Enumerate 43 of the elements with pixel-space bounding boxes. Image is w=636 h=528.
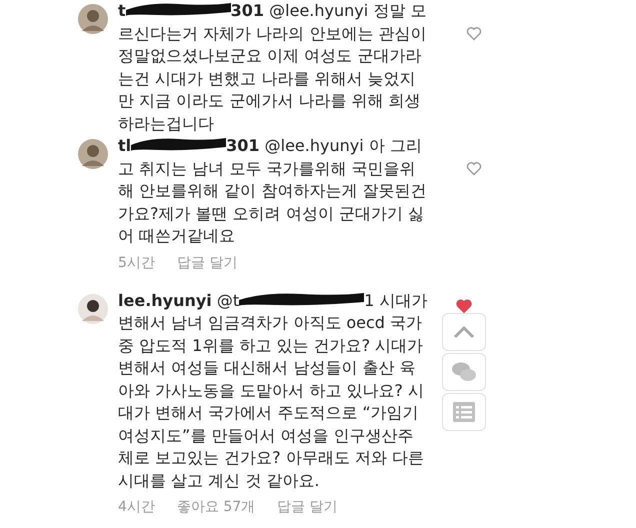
mention-link[interactable]: @lee.hyunyi <box>264 136 364 155</box>
comment-text: 해 안보를위해 같이 참여하자는게 잘못된건 <box>118 181 426 200</box>
comment-time: 4시간 <box>118 498 155 516</box>
mention-link[interactable]: 1 <box>364 290 374 310</box>
comment-text: 아 그리 <box>368 136 422 155</box>
comment-text: 체로 보고있는 건가요? 아무래도 저와 다른 <box>118 448 424 467</box>
comment-text: 하라는겁니다 <box>118 114 214 132</box>
comment-text: 시대가 <box>379 290 428 310</box>
comment-text: 만 지금 이라도 군에가서 나라를 위해 희생 <box>118 91 421 110</box>
comment-text: 정말없으셨나보군요 이제 여성도 군대가라 <box>118 46 422 65</box>
avatar[interactable] <box>78 139 108 169</box>
heart-icon[interactable] <box>455 298 473 314</box>
mention-link[interactable]: @t <box>216 290 240 310</box>
username[interactable]: t <box>118 1 126 20</box>
comment-text: 여성지도”를 만들어서 여성을 인구생산주 <box>118 426 414 444</box>
comment-text: 르신다는거 자체가 나라의 안보에는 관심이 <box>118 24 426 42</box>
comment-text: 변해서 남녀 임금격차가 아직도 oecd 국가 <box>118 313 422 332</box>
username[interactable]: 301 <box>230 1 264 20</box>
comment-text: 어 때쓴거같네요 <box>118 226 236 245</box>
username[interactable]: lee.hyunyi <box>118 290 212 310</box>
heart-icon[interactable] <box>466 161 482 176</box>
comment-text: 대가 변해서 국가에서 주도적으로 “가임기 <box>118 403 419 422</box>
scroll-up-button[interactable] <box>442 312 486 350</box>
comment-text: 시대를 살고 계신 것 같아요. <box>118 470 320 490</box>
comments-button[interactable] <box>442 352 486 390</box>
comment-text: 가요?제가 볼땐 오히려 여성이 군대가기 싫 <box>118 204 424 222</box>
mention-link[interactable]: @lee.hyunyi <box>269 1 368 20</box>
comment-text: 중 압도적 1위를 하고 있는 건가요? 시대가 <box>118 336 424 354</box>
comment-text: 고 취지는 남녀 모두 국가를위해 국민을위 <box>118 158 416 178</box>
list-button[interactable] <box>442 392 486 430</box>
list-icon <box>453 402 475 422</box>
avatar[interactable] <box>78 4 108 34</box>
comment-text: 변해서 여성들 대신해서 남성들이 출산 육 <box>118 358 416 377</box>
username[interactable]: 301 <box>226 136 260 155</box>
chat-bubbles-icon <box>451 360 477 382</box>
username[interactable]: tl <box>118 136 132 155</box>
chevron-up-icon <box>453 324 475 338</box>
comment-time: 5시간 <box>118 254 155 272</box>
comment-text: 는건 시대가 변했고 나라를 위해서 늦었지 <box>118 68 416 88</box>
comment-text: 아와 가사노동을 도맡아서 하고 있나요? 시 <box>118 380 424 400</box>
heart-icon[interactable] <box>466 26 482 41</box>
avatar[interactable] <box>78 294 108 324</box>
comment-text: 정말 모 <box>373 1 426 20</box>
